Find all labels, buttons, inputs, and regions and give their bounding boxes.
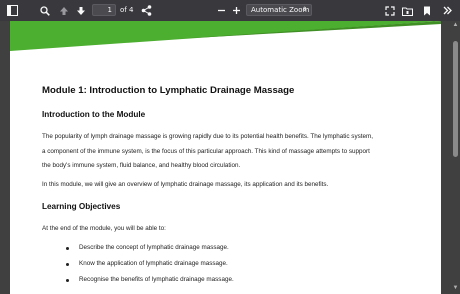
more-tools-icon[interactable] [440,3,455,18]
green-header-banner [10,21,441,51]
objectives-heading: Learning Objectives [42,202,121,211]
scrollbar-thumb[interactable] [453,41,458,157]
zoom-select[interactable]: Automatic Zoom ⇕ [246,4,312,16]
objective-item: Recognise the benefits of lymphatic drai… [79,276,234,283]
bullet-icon [66,247,69,250]
bullet-icon [66,263,69,266]
pdf-page: Module 1: Introduction to Lymphatic Drai… [10,21,441,294]
scroll-down-icon[interactable]: ▼ [452,285,459,292]
sidebar-toggle-icon[interactable] [5,3,20,18]
intro-line: the body's immune system, fluid balance,… [42,162,241,169]
bullet-icon [66,279,69,282]
previous-page-icon[interactable] [56,3,71,18]
scroll-up-icon[interactable]: ▲ [452,22,459,29]
share-icon[interactable] [139,3,154,18]
intro-line: a component of the immune system, is the… [42,148,370,155]
page-count-label: of 4 [120,6,134,14]
fullscreen-icon[interactable] [382,3,397,18]
page-number-input[interactable]: 1 [92,4,116,16]
zoom-out-icon[interactable] [214,3,229,18]
objective-item: Describe the concept of lymphatic draina… [79,244,229,251]
intro-heading: Introduction to the Module [42,110,146,119]
objective-item: Know the application of lymphatic draina… [79,260,228,267]
chevron-down-icon: ⇕ [301,6,307,13]
search-icon[interactable] [37,3,52,18]
zoom-in-icon[interactable] [229,3,244,18]
pdf-toolbar: 1 of 4 Automatic Zoom ⇕ [0,0,460,21]
objectives-intro: At the end of the module, you will be ab… [42,225,166,232]
module-title: Module 1: Introduction to Lymphatic Drai… [42,85,295,96]
bookmark-icon[interactable] [419,3,434,18]
zoom-select-value: Automatic Zoom [251,6,310,14]
document-viewer[interactable]: Module 1: Introduction to Lymphatic Drai… [0,21,460,294]
intro-line: The popularity of lymph drainage massage… [42,133,373,140]
overview-paragraph: In this module, we will give an overview… [42,181,329,188]
open-file-icon[interactable] [400,3,415,18]
next-page-icon[interactable] [73,3,88,18]
